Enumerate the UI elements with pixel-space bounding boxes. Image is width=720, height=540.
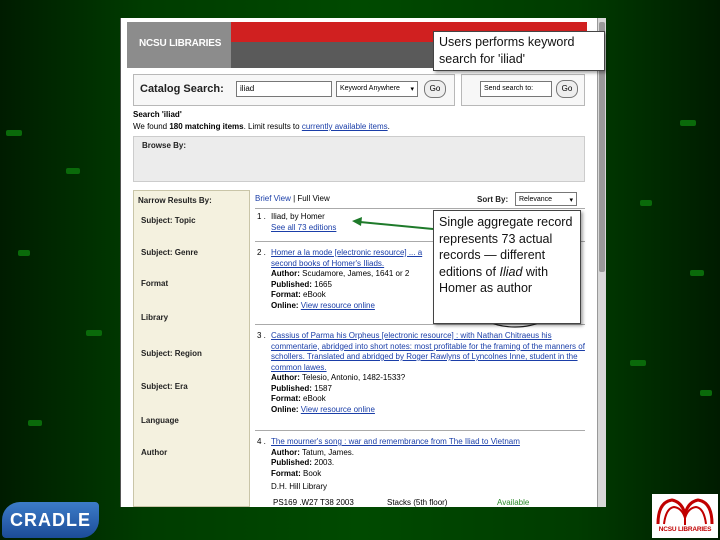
result-author: Telesio, Antonio, 1482-1533? [301,373,406,382]
callout-keyword-search: Users performs keyword search for 'iliad… [433,31,605,71]
narrow-results-sidebar: Narrow Results By: Subject: Topic Subjec… [133,190,250,507]
background-dash [690,270,704,276]
chevron-down-icon: ▾ [410,86,414,93]
ncsu-libraries-header-logo[interactable]: NCSU LIBRARIES [127,22,231,68]
divider [255,208,585,209]
result-title-link[interactable]: Cassius of Parma his Orpheus [electronic… [271,331,585,373]
background-dash [700,390,712,396]
result-number: 4 . [257,437,266,446]
search-scope-select[interactable]: Keyword Anywhere ▾ [336,81,418,97]
result-item: 3 . Cassius of Parma his Orpheus [electr… [255,331,585,415]
result-published: 1665 [314,279,332,289]
online-label: Online: [271,404,299,414]
browse-by-panel: Browse By: [133,136,585,182]
ncsu-libraries-logo: NCSU LIBRARIES [652,494,718,538]
background-dash [28,420,42,426]
view-separator: | [293,194,296,203]
result-published: 1587 [314,383,332,393]
limit-available-link[interactable]: currently available items [302,122,388,131]
background-dash [680,120,696,126]
result-item: 4 . The mourner's song : war and remembr… [255,437,585,493]
author-label: Author: [271,269,300,278]
divider [255,324,585,325]
result-title-link[interactable]: Homer a la mode [electronic resource] ..… [271,248,431,269]
background-dash [18,250,30,256]
result-format: eBook [303,394,326,403]
availability-status: Available [497,498,530,507]
callout-aggregate-record: Single aggregate record represents 73 ac… [433,210,581,324]
view-toggle: Brief View | Full View [255,194,330,203]
search-input[interactable]: iliad [236,81,332,97]
sort-select[interactable]: Relevance ▾ [515,192,577,206]
send-search-select[interactable]: Send search to: [480,81,552,97]
facet-subject-region[interactable]: Subject: Region [141,349,202,358]
result-format: Book [303,468,322,478]
background-dash [640,200,652,206]
format-label: Format: [271,468,301,478]
chevron-down-icon: ▾ [569,197,573,204]
vertical-scrollbar[interactable] [597,18,606,507]
brief-view-link[interactable]: Brief View [255,194,291,203]
result-author: Tatum, James. [301,447,354,457]
view-resource-link[interactable]: View resource online [301,301,375,310]
result-author: Scudamore, James, 1641 or 2 [302,269,410,278]
sort-by-label: Sort By: [477,195,509,204]
call-number: PS169 .W27 T38 2003 [273,498,354,507]
result-published: 2003. [314,458,335,467]
background-dash [66,168,80,174]
facet-language[interactable]: Language [141,416,179,425]
narrow-results-title: Narrow Results By: [138,196,212,205]
callout-italic: Iliad [499,264,523,279]
format-label: Format: [271,290,301,299]
author-label: Author: [271,373,300,382]
result-library: D.H. Hill Library [271,482,328,491]
background-dash [6,130,22,136]
catalog-search-label: Catalog Search: [140,83,224,95]
send-search-label: Send search to: [484,85,534,92]
found-prefix: We found [133,122,170,131]
facet-subject-topic[interactable]: Subject: Topic [141,216,196,225]
online-label: Online: [271,300,299,310]
send-search-go-button[interactable]: Go [556,80,578,98]
result-number: 2 . [257,248,266,257]
view-resource-link[interactable]: View resource online [301,405,375,414]
result-format: eBook [303,290,326,299]
full-view-label: Full View [297,194,330,203]
sort-value: Relevance [519,196,553,203]
shelf-location: Stacks (5th floor) [387,498,448,507]
found-count: 180 matching items [169,122,244,131]
result-number: 3 . [257,331,266,340]
published-label: Published: [271,458,312,467]
facet-subject-era[interactable]: Subject: Era [141,382,188,391]
facet-subject-genre[interactable]: Subject: Genre [141,248,198,257]
author-label: Author: [271,447,300,457]
published-label: Published: [271,383,312,393]
background-dash [86,330,102,336]
background-dash [630,360,646,366]
result-title-link[interactable]: The mourner's song : war and remembrance… [271,437,585,448]
format-label: Format: [271,394,301,403]
send-search-panel: Send search to: Go [461,74,585,106]
ncsu-logo-text: NCSU LIBRARIES [658,526,712,533]
result-number: 1 . [257,212,266,221]
facet-format[interactable]: Format [141,279,168,288]
divider [255,430,585,431]
found-suffix: . [387,122,390,131]
facet-author[interactable]: Author [141,448,167,457]
results-count-line: We found 180 matching items. Limit resul… [133,122,390,131]
catalog-search-panel: Catalog Search: iliad Keyword Anywhere ▾… [133,74,455,106]
cradle-logo: CRADLE [2,502,99,538]
browse-by-label: Browse By: [142,141,187,150]
ncsu-book-icon [656,498,714,525]
search-go-button[interactable]: Go [424,80,446,98]
published-label: Published: [271,279,312,289]
search-term-heading: Search 'iliad' [133,110,182,119]
found-mid: . Limit results to [243,122,302,131]
search-scope-value: Keyword Anywhere [340,85,400,92]
facet-library[interactable]: Library [141,313,168,322]
